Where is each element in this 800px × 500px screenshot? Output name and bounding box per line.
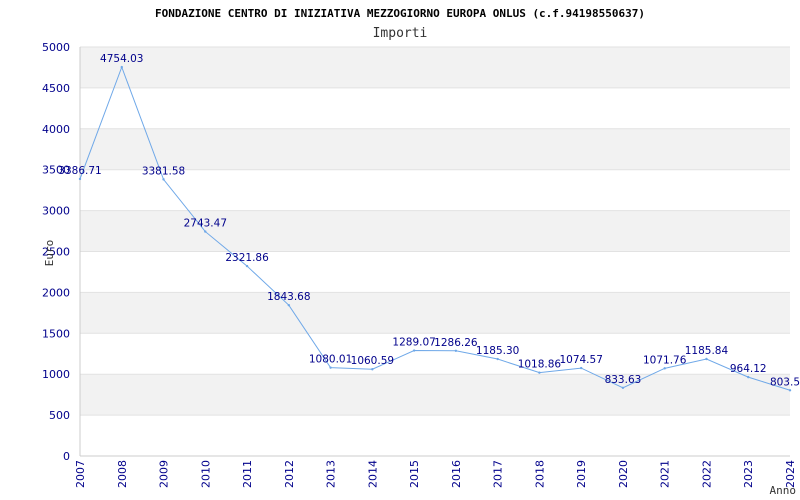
x-tick-label: 2019 bbox=[575, 460, 588, 488]
y-tick-label: 1500 bbox=[42, 327, 70, 340]
data-label: 1018.86 bbox=[518, 359, 562, 371]
data-point bbox=[496, 357, 499, 361]
y-tick-label: 4000 bbox=[42, 123, 70, 136]
data-point bbox=[120, 65, 123, 69]
background-band bbox=[80, 292, 790, 334]
x-tick-label: 2017 bbox=[492, 460, 505, 488]
data-label: 2743.47 bbox=[184, 218, 227, 230]
data-label: 1289.07 bbox=[392, 337, 435, 349]
data-label: 1060.59 bbox=[351, 355, 394, 367]
x-tick-label: 2022 bbox=[700, 460, 713, 488]
x-tick-label: 2013 bbox=[325, 460, 338, 488]
data-point bbox=[162, 178, 165, 181]
data-label: 3386.71 bbox=[58, 165, 101, 177]
x-tick-label: 2020 bbox=[617, 460, 630, 488]
data-point bbox=[788, 389, 792, 392]
x-tick-label: 2015 bbox=[408, 460, 421, 488]
x-tick-label: 2018 bbox=[533, 460, 546, 488]
x-tick-label: 2011 bbox=[241, 460, 254, 488]
data-label: 1074.57 bbox=[559, 354, 602, 366]
data-point bbox=[579, 366, 583, 370]
data-point bbox=[538, 371, 541, 374]
data-point bbox=[371, 368, 374, 371]
data-point bbox=[454, 349, 458, 352]
data-label: 833.63 bbox=[605, 374, 642, 386]
chart-subtitle: Importi bbox=[373, 26, 428, 41]
data-label: 2321.86 bbox=[225, 252, 269, 264]
y-tick-label: 5000 bbox=[42, 41, 70, 54]
x-tick-label: 2010 bbox=[199, 460, 212, 488]
data-label: 1843.68 bbox=[267, 291, 310, 303]
y-axis-label: Euro bbox=[43, 240, 56, 267]
data-label: 1071.76 bbox=[643, 354, 687, 366]
data-point bbox=[412, 349, 416, 352]
y-tick-label: 500 bbox=[49, 409, 70, 422]
background-band bbox=[80, 128, 790, 170]
data-label: 4754.03 bbox=[100, 53, 143, 65]
data-point bbox=[621, 386, 625, 390]
data-point bbox=[663, 367, 666, 370]
line-chart: 0500100015002000250030003500400045005000… bbox=[42, 7, 800, 497]
y-tick-label: 2000 bbox=[42, 286, 70, 299]
y-tick-label: 4500 bbox=[42, 82, 70, 95]
y-tick-label: 0 bbox=[63, 450, 70, 463]
data-point bbox=[705, 357, 708, 361]
data-point bbox=[78, 177, 82, 181]
x-tick-label: 2014 bbox=[366, 460, 379, 488]
data-point bbox=[747, 375, 750, 379]
data-label: 1185.84 bbox=[685, 345, 729, 357]
x-tick-label: 2008 bbox=[116, 460, 129, 488]
x-tick-label: 2007 bbox=[74, 460, 87, 488]
data-label: 1080.01 bbox=[309, 354, 352, 366]
data-label: 1286.26 bbox=[434, 337, 478, 349]
y-tick-label: 1000 bbox=[42, 368, 70, 381]
background-band bbox=[80, 374, 790, 416]
x-tick-label: 2012 bbox=[283, 460, 296, 488]
y-tick-label: 3000 bbox=[42, 205, 70, 218]
x-tick-label: 2021 bbox=[659, 460, 672, 488]
chart-title: FONDAZIONE CENTRO DI INIZIATIVA MEZZOGIO… bbox=[155, 7, 645, 20]
x-axis-tick-labels: 2007 2008 2009 2010 2011 2012 2013 2014 2015 2016… bbox=[74, 460, 797, 488]
data-label: 3381.58 bbox=[142, 165, 185, 177]
x-axis-label: Anno bbox=[770, 484, 797, 497]
data-point bbox=[287, 303, 291, 307]
x-tick-label: 2016 bbox=[450, 460, 463, 488]
background-band bbox=[80, 47, 790, 88]
data-point bbox=[329, 366, 332, 369]
data-label: 1185.30 bbox=[476, 345, 519, 357]
data-label: 803.5 bbox=[770, 376, 800, 388]
x-tick-label: 2023 bbox=[742, 460, 755, 488]
data-point bbox=[204, 230, 207, 233]
data-point bbox=[245, 264, 249, 268]
x-tick-label: 2009 bbox=[158, 460, 171, 488]
data-label: 964.12 bbox=[730, 363, 767, 375]
